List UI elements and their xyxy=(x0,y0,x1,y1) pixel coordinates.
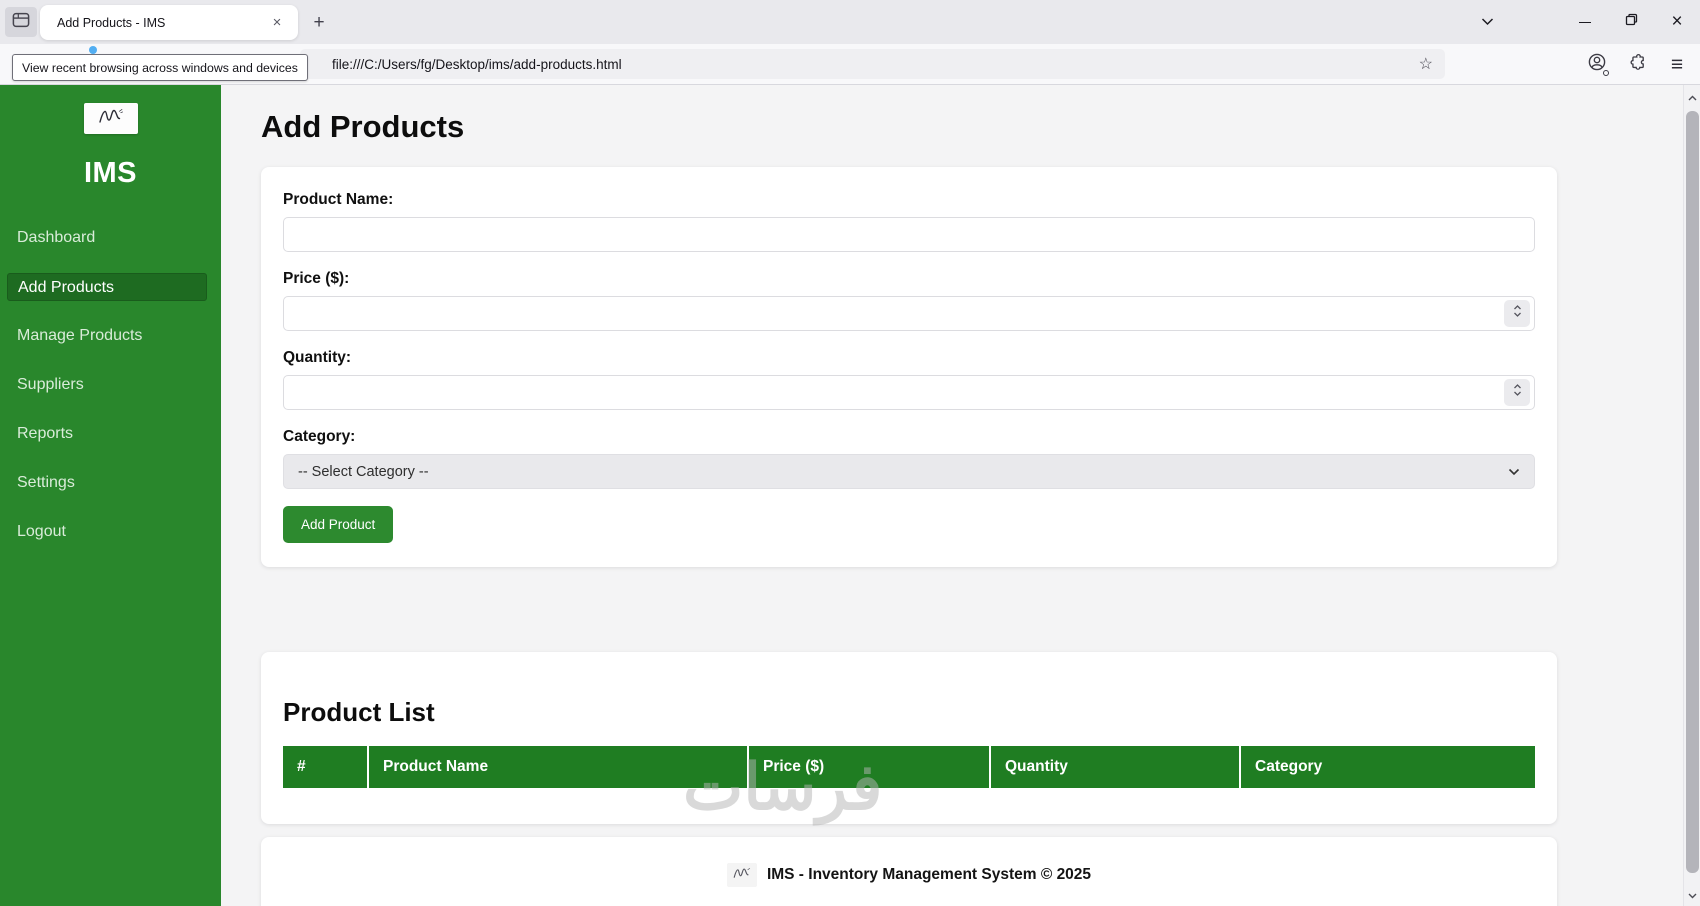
sidebar-item-suppliers[interactable]: Suppliers xyxy=(7,371,207,399)
add-product-form-card: Product Name: Price ($): Quantity: Categ… xyxy=(261,167,1557,567)
close-icon: × xyxy=(1671,11,1683,32)
sidebar: IMS Dashboard Add Products Manage Produc… xyxy=(0,85,221,906)
sidebar-item-dashboard[interactable]: Dashboard xyxy=(7,224,207,252)
sidebar-nav: Dashboard Add Products Manage Products S… xyxy=(0,224,221,546)
minimize-icon xyxy=(1579,21,1591,23)
product-name-input[interactable] xyxy=(283,217,1535,252)
ims-logo-monogram-icon xyxy=(94,105,128,132)
close-window-button[interactable]: × xyxy=(1654,0,1700,44)
sidebar-brand: IMS xyxy=(83,157,138,189)
sidebar-item-add-products[interactable]: Add Products xyxy=(7,273,207,301)
list-tabs-button[interactable] xyxy=(1464,0,1510,44)
product-list-title: Product List xyxy=(283,697,435,727)
category-selected-value: -- Select Category -- xyxy=(298,463,429,480)
sidebar-item-manage-products[interactable]: Manage Products xyxy=(7,322,207,350)
sidebar-item-reports[interactable]: Reports xyxy=(7,420,207,448)
product-list-table: # Product Name Price ($) Quantity Catego… xyxy=(283,746,1535,788)
new-tab-button[interactable]: + xyxy=(306,10,332,36)
footer-card: IMS - Inventory Management System © 2025 xyxy=(261,837,1557,906)
browser-tab-strip: Add Products - IMS × + × xyxy=(0,0,1700,44)
puzzle-icon xyxy=(1628,53,1647,77)
sidebar-item-settings[interactable]: Settings xyxy=(7,469,207,497)
extensions-button[interactable] xyxy=(1622,50,1652,80)
category-select[interactable]: -- Select Category -- xyxy=(283,454,1535,489)
scroll-down-arrow-icon[interactable] xyxy=(1684,887,1700,904)
footer-logo xyxy=(726,863,757,887)
firefox-view-button[interactable] xyxy=(5,7,37,37)
bookmark-star-icon[interactable]: ☆ xyxy=(1419,54,1433,74)
price-number-stepper[interactable] xyxy=(1504,300,1530,327)
firefox-view-indicator-dot xyxy=(89,46,97,54)
product-name-field-wrap xyxy=(283,217,1535,252)
ims-logo-monogram-icon xyxy=(730,865,754,886)
main-area: Add Products Product Name: Price ($): Qu… xyxy=(221,85,1700,906)
select-chevron-down-icon xyxy=(1508,463,1520,481)
column-header-category: Category xyxy=(1240,746,1535,788)
product-list-card: Product List # Product Name Price ($) Qu… xyxy=(261,652,1557,824)
column-header-product-name: Product Name xyxy=(368,746,749,788)
restore-button[interactable] xyxy=(1608,0,1654,44)
tab-title: Add Products - IMS xyxy=(57,15,166,30)
sidebar-logo xyxy=(83,103,138,134)
page-title: Add Products xyxy=(261,109,465,144)
price-input[interactable] xyxy=(283,296,1535,331)
minimize-button[interactable] xyxy=(1562,0,1608,44)
sidebar-item-logout[interactable]: Logout xyxy=(7,518,207,546)
url-text: file:///C:/Users/fg/Desktop/ims/add-prod… xyxy=(332,56,622,72)
quantity-label: Quantity: xyxy=(283,349,352,366)
column-header-number: # xyxy=(283,746,369,788)
window-controls: × xyxy=(1464,0,1700,44)
scroll-up-arrow-icon[interactable] xyxy=(1684,89,1700,106)
table-header-row: # Product Name Price ($) Quantity Catego… xyxy=(283,746,1535,788)
footer-text: IMS - Inventory Management System © 2025 xyxy=(766,866,1092,883)
hamburger-menu-icon: ≡ xyxy=(1670,52,1684,76)
quantity-number-stepper[interactable] xyxy=(1504,379,1530,406)
firefox-view-icon xyxy=(11,10,31,35)
price-label: Price ($): xyxy=(283,270,350,287)
stepper-chevrons-icon xyxy=(1513,383,1522,402)
restore-icon xyxy=(1625,13,1638,31)
page-scrollbar[interactable] xyxy=(1683,85,1700,906)
account-button[interactable] xyxy=(1582,50,1612,80)
toolbar-icons: ≡ xyxy=(1582,44,1692,85)
account-status-dot xyxy=(1603,69,1609,76)
firefox-view-tooltip: View recent browsing across windows and … xyxy=(12,54,308,81)
quantity-field-wrap xyxy=(283,375,1535,410)
page-content: IMS Dashboard Add Products Manage Produc… xyxy=(0,85,1700,906)
product-name-label: Product Name: xyxy=(283,191,394,208)
category-label: Category: xyxy=(283,428,356,445)
close-tab-icon[interactable]: × xyxy=(266,12,288,34)
add-product-button[interactable]: Add Product xyxy=(283,506,394,543)
browser-tab[interactable]: Add Products - IMS × xyxy=(40,5,298,40)
stepper-chevrons-icon xyxy=(1513,304,1522,323)
quantity-input[interactable] xyxy=(283,375,1535,410)
app-menu-button[interactable]: ≡ xyxy=(1662,50,1692,80)
column-header-quantity: Quantity xyxy=(990,746,1241,788)
column-header-price: Price ($) xyxy=(748,746,991,788)
url-bar[interactable]: file:///C:/Users/fg/Desktop/ims/add-prod… xyxy=(300,49,1445,79)
chevron-down-icon xyxy=(1481,13,1494,31)
scrollbar-thumb[interactable] xyxy=(1686,111,1699,873)
price-field-wrap xyxy=(283,296,1535,331)
